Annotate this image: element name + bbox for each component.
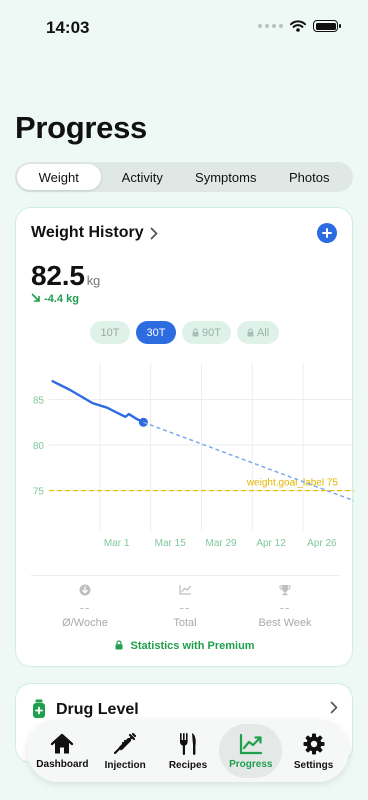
y-tick-label: 85 <box>33 395 45 406</box>
page-title: Progress <box>15 110 147 145</box>
stat-value: -- <box>79 600 91 615</box>
weight-change-value: -4.4 kg <box>44 293 79 305</box>
stat-value: -- <box>279 600 291 615</box>
tab-label: Recipes <box>168 759 208 771</box>
weight-history-card: Weight History 82.5 kg -4.4 kg 10T 30T 90… <box>15 207 354 667</box>
weight-unit: kg <box>86 273 101 288</box>
wifi-icon <box>290 20 306 32</box>
range-all[interactable]: All <box>236 321 280 344</box>
y-tick-label: 80 <box>33 441 45 452</box>
range-selector: 10T 30T 90T All <box>90 321 280 344</box>
tab-symptoms[interactable]: Symptoms <box>184 164 268 190</box>
current-weight-point <box>138 417 148 427</box>
range-label: 30T <box>146 326 166 339</box>
fork-knife-icon <box>179 732 196 755</box>
status-icons <box>258 20 341 32</box>
tab-progress[interactable]: Progress <box>219 724 283 778</box>
tab-injection[interactable]: Injection <box>94 724 157 778</box>
drug-level-title: Drug Level <box>56 701 139 718</box>
x-tick-label: Apr 26 <box>307 538 337 549</box>
range-30d[interactable]: 30T <box>136 321 176 344</box>
x-tick-label: Mar 1 <box>104 538 130 549</box>
range-label: 10T <box>100 326 120 339</box>
tab-label: Dashboard <box>36 758 89 770</box>
chevron-right-icon <box>150 227 158 239</box>
current-weight: 82.5 kg <box>31 260 100 292</box>
tab-settings[interactable]: Settings <box>282 724 345 778</box>
goal-label: weight.goal_label 75 <box>246 478 339 489</box>
range-label: 90T <box>202 326 221 339</box>
weight-history-title: Weight History <box>31 224 144 241</box>
chart-y-axis: 75 80 85 <box>33 395 45 497</box>
status-time: 14:03 <box>46 18 90 37</box>
battery-icon <box>313 20 341 32</box>
status-bar: 14:03 <box>0 0 368 54</box>
tab-recipes[interactable]: Recipes <box>157 724 220 778</box>
tab-photos[interactable]: Photos <box>268 164 352 190</box>
chart-x-axis: Mar 1 Mar 15 Mar 29 Apr 12 Apr 26 <box>104 538 337 549</box>
x-tick-label: Apr 12 <box>256 538 286 549</box>
bottom-tab-bar: Dashboard Injection Recipes Progress Set… <box>27 720 349 782</box>
stat-label: Total <box>173 617 197 629</box>
cellular-signal-icon <box>258 24 283 28</box>
tab-weight[interactable]: Weight <box>17 164 101 190</box>
trophy-icon <box>279 585 291 596</box>
add-weight-button[interactable] <box>317 223 337 243</box>
plus-icon <box>322 228 332 238</box>
tab-dashboard[interactable]: Dashboard <box>31 724 94 778</box>
stats-row: -- Ø/Woche -- Total -- Best Week <box>31 575 339 629</box>
tab-label: Settings <box>293 759 334 771</box>
y-tick-label: 75 <box>33 487 45 498</box>
weight-line <box>51 380 145 424</box>
stat-value: -- <box>179 600 191 615</box>
weight-history-header[interactable]: Weight History <box>31 224 158 242</box>
stat-best-week: -- Best Week <box>235 584 335 629</box>
premium-note-text: Statistics with Premium <box>130 640 255 652</box>
syringe-icon <box>114 732 137 754</box>
stat-avg-week: -- Ø/Woche <box>35 584 135 629</box>
arrow-down-circle-icon <box>79 584 91 596</box>
stat-label: Ø/Woche <box>62 617 108 629</box>
range-label: All <box>256 326 270 339</box>
tab-label: Injection <box>104 759 146 771</box>
progress-segmented-control: Weight Activity Symptoms Photos <box>15 162 353 192</box>
x-tick-label: Mar 15 <box>155 538 187 549</box>
gear-icon <box>303 733 325 754</box>
lock-icon <box>115 640 123 650</box>
range-10d[interactable]: 10T <box>90 321 130 344</box>
weight-change: -4.4 kg <box>31 293 79 305</box>
chevron-right-icon <box>330 701 338 714</box>
forecast-line <box>143 421 354 502</box>
weight-chart: 75 80 85 Mar 1 Mar 15 Mar 29 Apr 12 Apr 26 wei… <box>33 363 354 549</box>
arrow-down-right-icon <box>31 293 40 302</box>
chart-grid <box>49 363 354 531</box>
lock-icon <box>247 328 254 337</box>
premium-statistics-link[interactable]: Statistics with Premium <box>16 640 354 652</box>
chart-icon <box>178 585 191 595</box>
tab-activity[interactable]: Activity <box>101 164 185 190</box>
tab-label: Progress <box>229 758 273 770</box>
pill-bottle-icon <box>33 699 45 718</box>
stat-label: Best Week <box>258 617 312 629</box>
progress-chart-icon <box>239 733 262 754</box>
current-weight-value: 82.5 <box>31 260 85 291</box>
x-tick-label: Mar 29 <box>206 538 238 549</box>
lock-icon <box>192 328 199 337</box>
range-90d[interactable]: 90T <box>182 321 231 344</box>
house-icon <box>51 733 74 753</box>
stat-total: -- Total <box>135 584 235 629</box>
